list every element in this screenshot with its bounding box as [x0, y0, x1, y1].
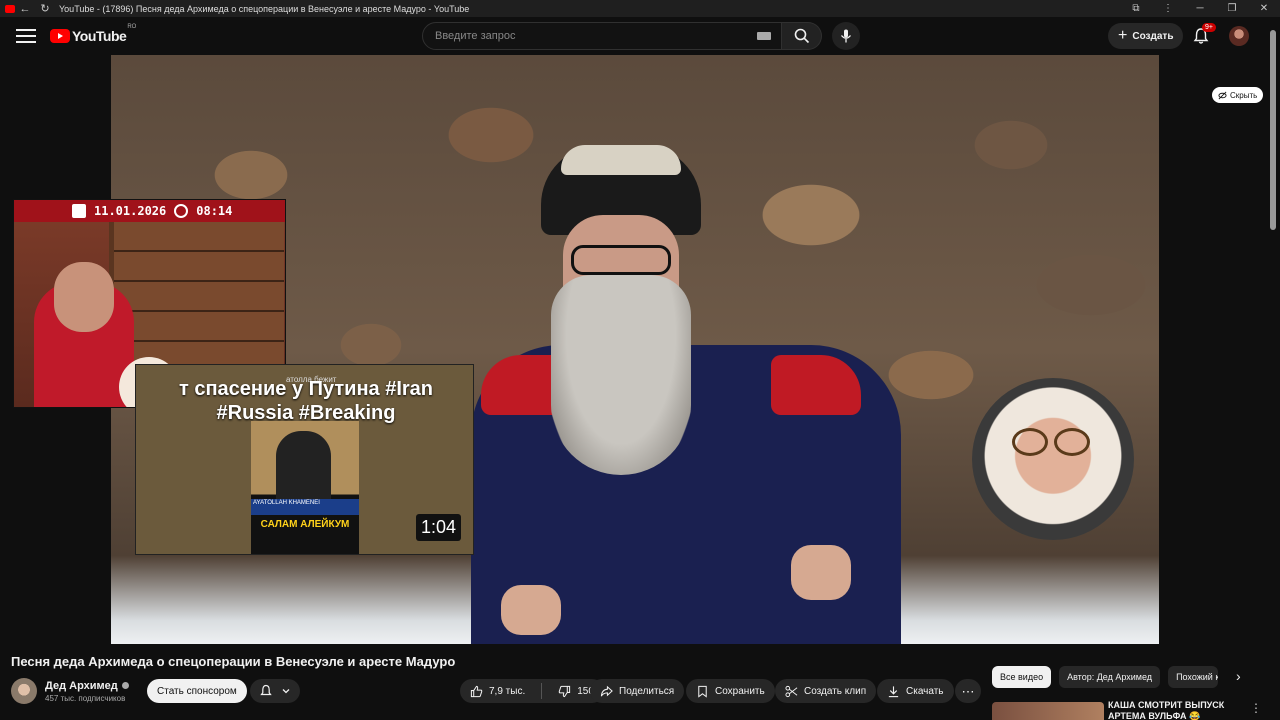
calendar-icon [72, 204, 86, 218]
thumbs-down-icon [558, 685, 571, 697]
masthead: YouTube RO + Создать 9+ [0, 17, 1280, 55]
sponsor-button[interactable]: Стать спонсором [147, 679, 247, 703]
create-label: Создать [1132, 30, 1174, 42]
search-input[interactable] [435, 30, 757, 42]
logo-region: RO [127, 24, 137, 30]
news-clip-overlay: атолла бежит т спасение у Путина #Iran #… [135, 364, 474, 555]
like-dislike-group: 7,9 тыс. 150 [460, 679, 604, 703]
more-vertical-icon[interactable]: ⋮ [1250, 701, 1262, 715]
user-avatar[interactable] [1229, 26, 1249, 46]
create-button[interactable]: + Создать [1108, 23, 1184, 49]
bell-ring-icon [260, 684, 272, 696]
clip-thumbnail: AYATOLLAH KHAMENEI САЛАМ АЛЕЙКУМ [251, 421, 359, 554]
plus-icon: + [1118, 27, 1128, 44]
browser-titlebar: ← ↻ YouTube - (17896) Песня деда Архимед… [0, 0, 1280, 17]
youtube-play-icon [50, 29, 70, 43]
hide-label: Скрыть [1230, 90, 1258, 100]
reload-icon[interactable]: ↻ [35, 2, 55, 15]
search-icon [794, 28, 809, 44]
scissors-icon [785, 685, 798, 697]
chip-similar[interactable]: Похожий к [1168, 666, 1219, 688]
subscriber-count: 457 тыс. подписчиков [45, 693, 126, 703]
overlay-date: 11.01.2026 [94, 204, 167, 218]
clip-greeting: САЛАМ АЛЕЙКУМ [260, 519, 350, 530]
close-icon[interactable]: ✕ [1248, 3, 1280, 14]
download-label: Скачать [906, 685, 944, 697]
share-label: Поделиться [619, 685, 675, 697]
extensions-icon[interactable]: ⧉ [1120, 3, 1152, 14]
channel-name[interactable]: Дед Архимед [45, 680, 118, 692]
save-label: Сохранить [715, 685, 765, 697]
eye-slash-icon [1218, 91, 1227, 99]
notifications-badge: 9+ [1202, 23, 1216, 32]
like-count: 7,9 тыс. [489, 685, 526, 697]
hamburger-menu-icon[interactable] [16, 29, 36, 43]
clip-title: т спасение у Путина #Iran #Russia #Break… [178, 378, 434, 424]
more-horizontal-icon: ⋯ [961, 683, 975, 699]
chevron-right-icon[interactable]: › [1236, 668, 1241, 684]
bookmark-icon [698, 685, 707, 698]
like-button[interactable]: 7,9 тыс. [460, 679, 535, 703]
thumbs-up-icon [470, 685, 483, 697]
maximize-icon[interactable]: ❐ [1216, 3, 1248, 14]
clip-duration: 1:04 [416, 514, 462, 541]
clip-label: Создать клип [804, 685, 867, 697]
more-actions-button[interactable]: ⋯ [955, 679, 981, 703]
circle-face-overlay [972, 378, 1134, 540]
clip-banner: AYATOLLAH KHAMENEI [251, 499, 359, 515]
clip-banner-title: AYATOLLAH KHAMENEI [253, 500, 320, 506]
subscription-bell-button[interactable] [250, 679, 300, 703]
download-icon [888, 685, 899, 697]
channel-avatar[interactable] [11, 678, 37, 704]
recommended-thumbnail[interactable] [992, 702, 1104, 720]
clip-button[interactable]: Создать клип [775, 679, 877, 703]
search-button[interactable] [782, 22, 822, 50]
page-scrollbar[interactable] [1270, 30, 1276, 230]
video-frame-person [471, 145, 901, 644]
hide-overlay-button[interactable]: Скрыть [1212, 87, 1264, 103]
download-button[interactable]: Скачать [877, 679, 954, 703]
tab-title: YouTube - (17896) Песня деда Архимеда о … [59, 3, 470, 14]
youtube-favicon-icon [5, 4, 15, 13]
search-box [422, 22, 782, 50]
more-icon[interactable]: ⋮ [1152, 3, 1184, 14]
date-time-bar: 11.01.2026 08:14 [14, 200, 285, 222]
verified-icon [121, 682, 129, 689]
voice-search-button[interactable] [832, 22, 860, 50]
save-button[interactable]: Сохранить [686, 679, 775, 703]
video-title: Песня деда Архимеда о спецоперации в Вен… [11, 654, 456, 669]
related-chips: Все видео Автор: Дед Архимед Похожий к [992, 666, 1219, 688]
chip-all-videos[interactable]: Все видео [992, 666, 1052, 688]
search-bar [422, 22, 860, 50]
channel-row: Дед Архимед 457 тыс. подписчиков [11, 677, 129, 705]
clock-icon [174, 204, 189, 218]
keyboard-icon[interactable] [757, 32, 771, 40]
overlay-time: 08:14 [196, 204, 233, 218]
back-icon[interactable]: ← [15, 3, 35, 15]
minimize-icon[interactable]: ─ [1184, 3, 1216, 14]
chevron-down-icon [282, 689, 290, 694]
share-button[interactable]: Поделиться [590, 679, 685, 703]
share-icon [600, 685, 613, 696]
recommended-title[interactable]: КАША СМОТРИТ ВЫПУСК АРТЕМА ВУЛЬФА 😂 [1108, 700, 1238, 720]
chip-author[interactable]: Автор: Дед Архимед [1059, 666, 1161, 688]
youtube-logo[interactable]: YouTube RO [50, 24, 136, 44]
logo-text: YouTube [72, 28, 127, 44]
microphone-icon [840, 29, 852, 43]
